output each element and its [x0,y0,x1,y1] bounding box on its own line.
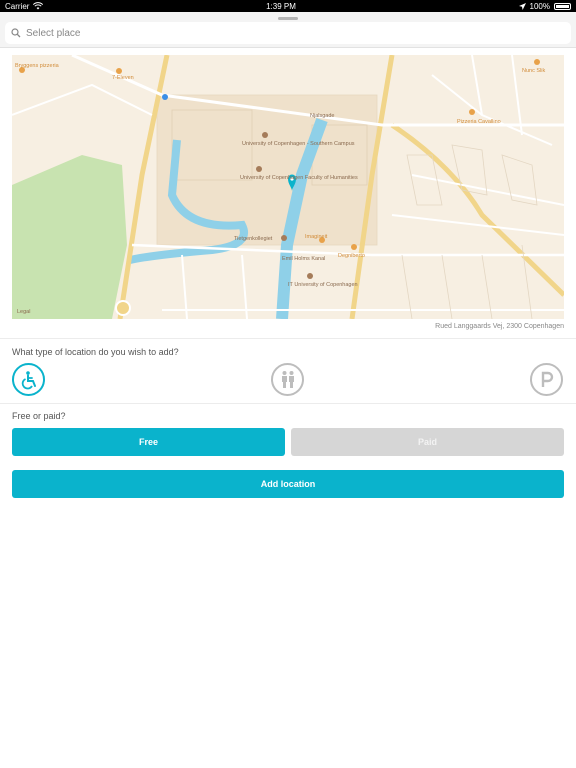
search-icon [11,28,21,38]
map-label-southern-campus: University of Copenhagen - Southern Camp… [242,141,355,147]
location-type-question: What type of location do you wish to add… [12,347,179,357]
type-parking-button[interactable] [530,363,563,396]
poi-marker-kollegiet[interactable] [281,235,287,241]
map-label-degniberto: Degniberto [338,253,365,259]
free-button[interactable]: Free [12,428,285,456]
paid-button[interactable]: Paid [291,428,564,456]
map-label-imagine: Imagineit [305,234,328,240]
drag-handle[interactable] [278,17,298,20]
map-label-cavallino: Pizzeria Cavallino [457,119,501,125]
clock: 1:39 PM [266,1,296,11]
map-view[interactable]: Bryggens pizzeria 7-Eleven University of… [12,55,564,319]
map-label-kollegiet: Tietgenkollegiet [234,236,273,242]
type-family-button[interactable] [271,363,304,396]
location-arrow-icon [518,2,526,10]
wheelchair-icon [21,370,36,389]
map-label-faculty: University of Copenhagen Faculty of Huma… [240,175,358,181]
poi-marker-nunc[interactable] [534,59,540,65]
search-bar[interactable] [5,22,571,44]
map-label-itu: IT University of Copenhagen [288,282,358,288]
add-location-button[interactable]: Add location [12,470,564,498]
poi-marker-faculty[interactable] [256,166,262,172]
map-label-njalsgade: Njalsgade [310,113,334,119]
type-wheelchair-button[interactable] [12,363,45,396]
poi-marker-cavallino[interactable] [469,109,475,115]
parking-icon [541,371,553,387]
divider [0,403,576,404]
poi-marker-itu[interactable] [307,273,313,279]
poi-marker-transit[interactable] [162,94,168,100]
poi-marker-campus[interactable] [262,132,268,138]
carrier-label: Carrier [5,1,30,11]
divider [0,338,576,339]
family-icon [281,370,294,388]
map-canvas[interactable]: Bryggens pizzeria 7-Eleven University of… [12,55,564,319]
payment-question: Free or paid? [12,411,66,421]
map-label-7eleven: 7-Eleven [112,75,134,81]
status-bar: Carrier 1:39 PM 100% [0,0,576,12]
poi-marker-7eleven[interactable] [116,68,122,74]
map-label-canal: Emil Holms Kanal [282,256,325,262]
map-legal-link[interactable]: Legal [17,309,30,315]
search-header [0,12,576,48]
map-label-nunc: Nunc Slik [522,68,545,74]
map-label-pizzeria: Bryggens pizzeria [15,63,60,69]
battery-percent: 100% [529,1,550,11]
search-input[interactable] [26,27,526,39]
selected-address: Rued Langgaards Vej, 2300 Copenhagen [435,323,564,330]
poi-marker-degniberto[interactable] [351,244,357,250]
wifi-icon [33,2,44,10]
battery-icon [554,2,571,10]
